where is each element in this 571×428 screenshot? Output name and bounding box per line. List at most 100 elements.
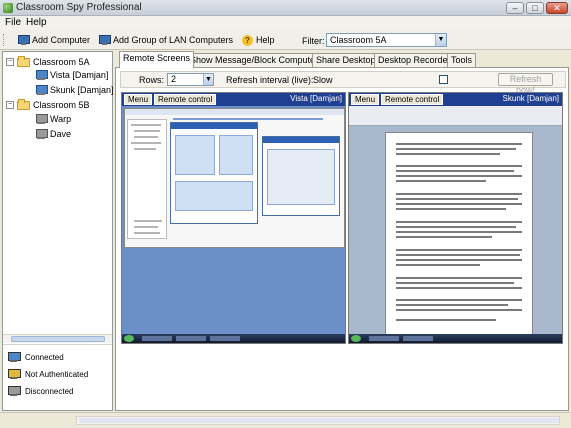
thumbnail-line: [396, 236, 492, 238]
rows-label: Rows:: [139, 75, 165, 85]
thumbnail-taskbar: [349, 334, 562, 343]
rows-select[interactable]: 2 ▼: [167, 73, 214, 86]
filter-select[interactable]: Classroom 5A ▼: [326, 33, 447, 47]
thumbnail-line: [134, 220, 162, 222]
chevron-down-icon[interactable]: ▼: [203, 74, 213, 85]
thumbnail-line: [396, 193, 522, 195]
tab-tools[interactable]: Tools: [447, 53, 477, 67]
remote-screens-panel: Rows: 2 ▼ Refresh interval (live): Slow …: [115, 67, 569, 411]
scrollbar-thumb[interactable]: [11, 336, 105, 342]
add-group-label: Add Group of LAN Computers: [113, 35, 234, 45]
thumbnail-line: [134, 130, 160, 132]
tab-desktop-recorder[interactable]: Desktop Recorder: [374, 53, 455, 67]
computer-tree-pane: − Classroom 5A Vista [Damjan] Skunk [Dam…: [2, 51, 114, 411]
tree-horizontal-scrollbar[interactable]: [3, 334, 112, 343]
refresh-checkbox[interactable]: [439, 75, 448, 84]
refresh-interval-value[interactable]: Slow: [313, 75, 333, 85]
computer-icon: [35, 113, 48, 125]
computer-icon: [35, 128, 48, 140]
screen-menu-button[interactable]: Menu: [351, 94, 380, 105]
thumbnail-block: [175, 135, 215, 175]
add-group-button[interactable]: Add Group of LAN Computers: [98, 33, 233, 47]
toolbar: Add Computer Add Group of LAN Computers …: [0, 30, 571, 50]
title-bar: Classroom Spy Professional – □ ✕: [0, 0, 571, 16]
thumbnail-line: [396, 277, 522, 279]
main-pane: Remote Screens Show Message/Block Comput…: [115, 51, 569, 411]
status-legend: Connected Not Authenticated Disconnected: [3, 344, 112, 410]
tree-group-classroom-5a[interactable]: − Classroom 5A: [6, 55, 90, 68]
chevron-down-icon[interactable]: ▼: [435, 34, 446, 46]
status-bar: [0, 412, 571, 428]
thumbnail-line: [396, 153, 500, 155]
tree-group-classroom-5b[interactable]: − Classroom 5B: [6, 98, 90, 111]
tree-group-label: Classroom 5A: [33, 57, 90, 67]
thumbnail-window-bar: [171, 123, 257, 129]
remote-screen-vista[interactable]: Menu Remote control Vista [Damjan]: [121, 92, 346, 344]
app-icon: [3, 3, 13, 13]
tab-share-desktop[interactable]: Share Desktop: [312, 53, 380, 67]
thumbnail-line: [396, 231, 522, 233]
thumbnail-line: [396, 226, 516, 228]
menu-help[interactable]: Help: [26, 17, 47, 28]
thumbnail-document: [385, 132, 533, 336]
thumbnail-task: [142, 336, 172, 341]
thumbnail-task: [369, 336, 399, 341]
minimize-button[interactable]: –: [506, 2, 524, 14]
tree-item-dave[interactable]: Dave: [35, 128, 71, 140]
computer-icon: [35, 69, 48, 81]
thumbnail-line: [396, 208, 506, 210]
collapse-icon[interactable]: −: [6, 58, 14, 66]
thumbnail-line: [396, 287, 522, 289]
add-computer-button[interactable]: Add Computer: [17, 33, 90, 47]
tree-item-skunk[interactable]: Skunk [Damjan]: [35, 84, 114, 96]
tab-remote-screens[interactable]: Remote Screens: [119, 51, 195, 68]
menu-file[interactable]: File: [5, 17, 21, 28]
start-icon: [124, 335, 134, 342]
thumbnail-line: [396, 264, 480, 266]
thumbnail-line: [131, 124, 161, 126]
filter-label: Filter:: [302, 36, 325, 46]
help-button[interactable]: ? Help: [242, 33, 275, 47]
screen-thumbnail: [122, 106, 345, 343]
maximize-button[interactable]: □: [526, 2, 544, 14]
thumbnail-line: [134, 148, 156, 150]
legend-disconnected: Disconnected: [8, 385, 73, 397]
thumbnail-ribbon: [349, 106, 562, 126]
thumbnail-line: [396, 170, 514, 172]
close-button[interactable]: ✕: [546, 2, 568, 14]
thumbnail-line: [396, 203, 522, 205]
tab-show-message[interactable]: Show Message/Block Computers: [186, 53, 327, 67]
thumbnail-line: [396, 175, 522, 177]
thumbnail-line: [396, 259, 522, 261]
thumbnail-line: [396, 180, 486, 182]
menu-bar: File Help: [0, 16, 571, 30]
thumbnail-line: [396, 304, 508, 306]
thumbnail-line: [396, 254, 520, 256]
screen-menu-button[interactable]: Menu: [124, 94, 153, 105]
thumbnail-line: [396, 221, 522, 223]
app-window: Classroom Spy Professional – □ ✕ File He…: [0, 0, 571, 428]
horizontal-scrollbar[interactable]: [76, 416, 560, 425]
refresh-now-button[interactable]: Refresh now!: [498, 73, 553, 95]
thumbnail-line: [131, 142, 161, 144]
help-label: Help: [256, 35, 275, 45]
thumbnail-line: [396, 198, 518, 200]
tab-strip: Remote Screens Show Message/Block Comput…: [115, 51, 569, 68]
remote-control-button[interactable]: Remote control: [381, 94, 444, 105]
tree-item-label: Skunk [Damjan]: [50, 85, 114, 95]
tree-item-label: Vista [Damjan]: [50, 70, 109, 80]
toolbar-grip: [3, 34, 5, 46]
thumbnail-line: [396, 148, 516, 150]
tree-item-warp[interactable]: Warp: [35, 113, 71, 125]
legend-label: Connected: [25, 352, 64, 362]
remote-screen-skunk[interactable]: Menu Remote control Skunk [Damjan]: [348, 92, 563, 344]
filter-value: Classroom 5A: [330, 35, 387, 45]
tree-item-vista[interactable]: Vista [Damjan]: [35, 69, 108, 81]
thumbnail-block: [267, 149, 335, 205]
thumbnail-line: [396, 249, 522, 251]
scrollbar-thumb[interactable]: [79, 418, 559, 423]
remote-control-button[interactable]: Remote control: [154, 94, 217, 105]
collapse-icon[interactable]: −: [6, 101, 14, 109]
tree-item-label: Warp: [50, 114, 72, 124]
options-row: Rows: 2 ▼ Refresh interval (live): Slow …: [120, 71, 566, 95]
